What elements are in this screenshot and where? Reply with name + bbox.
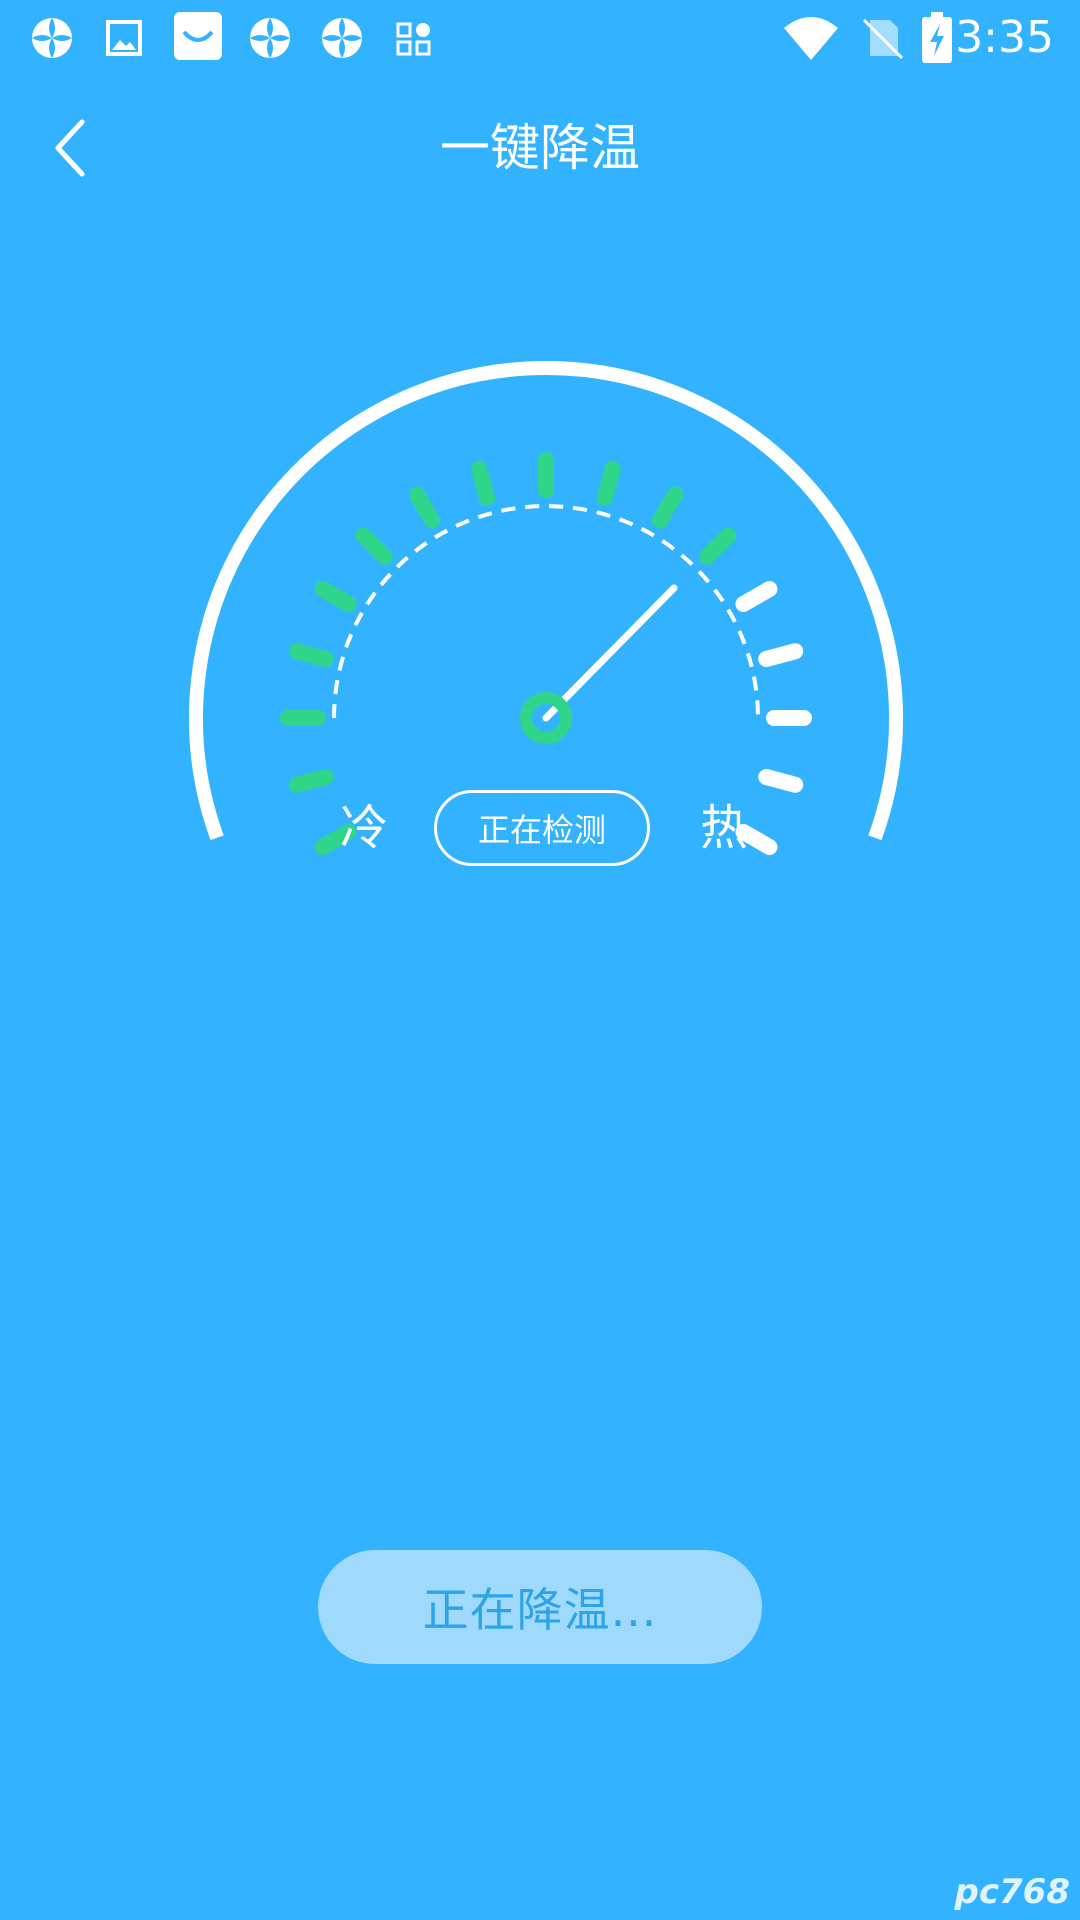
cold-label: 冷 [340,800,389,856]
temperature-gauge: 冷 正在检测 热 [0,300,1080,900]
gauge-tick-inactive [735,581,778,612]
clock-time: 3:35 [955,12,1054,63]
gauge-needle [542,584,678,722]
apps-grid-icon [396,22,431,56]
watermark-logo: pc768 [954,1872,1070,1912]
no-sim-icon [862,18,904,60]
gauge-tick-inactive [758,643,804,667]
gauge-tick-active [355,527,393,565]
gallery-icon [106,20,142,56]
app-header: 一键降温 [0,96,1080,200]
hot-label: 热 [700,800,749,856]
pinwheel-app-icon [322,18,362,58]
gauge-tick-active [409,486,440,529]
gauge-tick-active [652,486,683,529]
gauge-tick-active [699,527,737,565]
wifi-icon [784,17,838,60]
gauge-tick-active [471,460,495,506]
pinwheel-app-icon [250,18,290,58]
gauge-tick-active [314,581,357,612]
pinwheel-app-icon [32,18,72,58]
detecting-status-pill: 正在检测 [434,790,650,866]
battery-charging-icon [922,12,952,63]
status-bar: 3:35 [0,0,1080,76]
page-title: 一键降温 [440,119,640,177]
gauge-tick-active [597,460,621,506]
gauge-inner-dashed-arc [332,504,760,719]
gauge-outer-arc [189,361,903,841]
cooling-progress-button[interactable]: 正在降温... [318,1550,762,1664]
gauge-tick-active [288,643,334,667]
gauge-tick-active [288,769,334,793]
gauge-tick-inactive [758,769,804,793]
store-bag-icon [174,12,222,60]
